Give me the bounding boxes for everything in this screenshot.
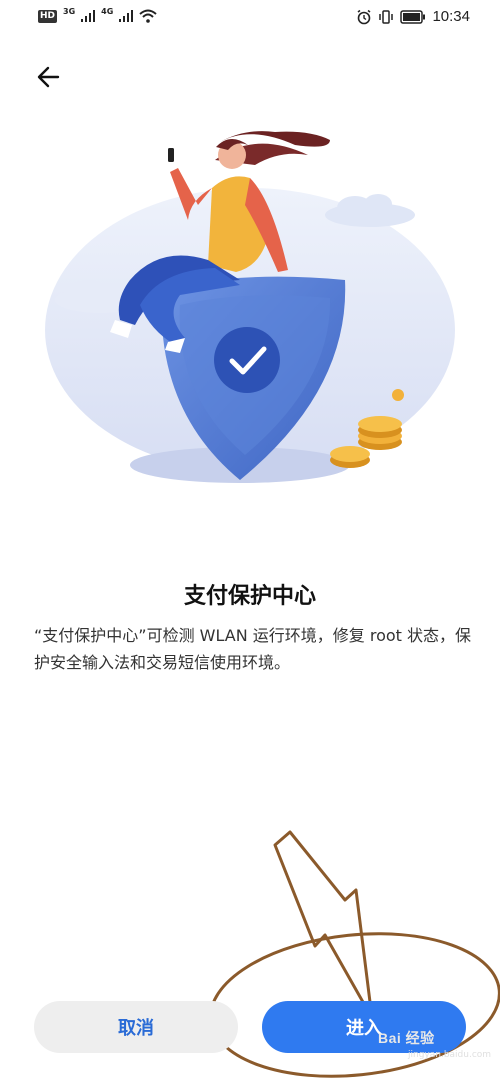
wifi-icon (139, 9, 157, 23)
cancel-button[interactable]: 取消 (34, 1001, 238, 1053)
hd-badge: HD (38, 9, 58, 23)
battery-icon (400, 9, 426, 24)
status-time: 10:34 (432, 8, 470, 25)
page-description: “支付保护中心”可检测 WLAN 运行环境，修复 root 状态，保护安全输入法… (34, 626, 472, 672)
signal-icon-2 (119, 10, 134, 22)
baidu-watermark: Bai 经验 (378, 1030, 435, 1046)
page-title: 支付保护中心 (183, 584, 316, 609)
annotation-arrow (273, 830, 374, 1020)
status-bar: HD 3G 4G 10:34 (0, 0, 500, 36)
signal-icon (81, 10, 96, 22)
alarm-icon (357, 9, 371, 24)
cloud-right (325, 194, 415, 227)
baidu-watermark-sub: jingyan.baidu.com (408, 1050, 492, 1060)
status-right: 10:34 (356, 8, 470, 25)
payment-protection-illustration (45, 131, 455, 483)
arrow-left-icon (37, 66, 60, 88)
network-4g-label: 4G (101, 7, 114, 16)
status-left: HD 3G 4G (38, 7, 157, 23)
enter-button[interactable]: 进入 (262, 1001, 466, 1053)
vibrate-icon (379, 9, 394, 24)
network-3g-label: 3G (63, 7, 76, 16)
back-button[interactable] (30, 58, 70, 98)
